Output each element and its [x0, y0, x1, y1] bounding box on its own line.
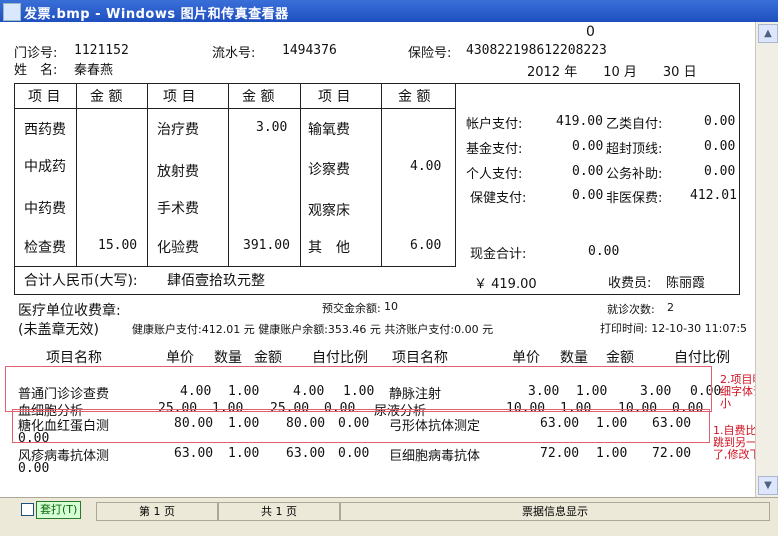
- pay-fund: 0.00: [572, 139, 604, 154]
- scroll-down-icon[interactable]: ▼: [758, 476, 778, 495]
- fee-oxygen: 输氧费: [308, 122, 350, 138]
- fee-treatment-value: 3.00: [256, 120, 288, 135]
- annotation-box-font: [5, 366, 712, 412]
- pay-account-label: 帐户支付:: [466, 117, 523, 132]
- fee-examination: 检查费: [24, 240, 66, 256]
- prepay-value: 10: [384, 300, 398, 313]
- col-item-1: 项 目: [28, 89, 61, 105]
- pay-subsidy-label: 公务补助:: [606, 167, 663, 182]
- fee-lab: 化验费: [157, 240, 199, 256]
- item-name-2: 巨细胞病毒抗体: [389, 449, 481, 464]
- account-summary: 健康账户支付:412.01 元 健康账户余额:353.46 元 共济账户支付:0…: [132, 323, 494, 336]
- stamp-label: 医疗单位收费章:: [18, 303, 121, 319]
- fee-consultation: 诊察费: [308, 162, 350, 178]
- pay-health: 0.00: [572, 188, 604, 203]
- print-checkbox[interactable]: [21, 503, 34, 516]
- cash-total-label: 现金合计:: [470, 247, 527, 262]
- prepay-label: 预交金余额:: [322, 302, 381, 315]
- items-col-qty-2: 数量: [560, 350, 588, 366]
- invoice-canvas: 0 门诊号: 1121152 流水号: 1494376 保险号: 4308221…: [0, 22, 768, 497]
- items-col-qty: 数量: [214, 350, 242, 366]
- title-bar: 发票.bmp - Windows 图片和传真查看器: [0, 0, 778, 22]
- items-col-name: 项目名称: [46, 350, 102, 366]
- fee-other: 其 他: [308, 240, 350, 256]
- pay-class-b-label: 乙类自付:: [606, 117, 663, 132]
- patient-name: 秦春燕: [74, 63, 114, 78]
- overprint-button[interactable]: 套打(T): [36, 501, 82, 519]
- pay-fund-label: 基金支付:: [466, 142, 523, 157]
- item-price-2: 72.00: [540, 446, 580, 461]
- visits-label: 就诊次数:: [607, 303, 655, 316]
- serial-no: 1494376: [282, 43, 337, 58]
- app-icon: [3, 3, 21, 21]
- items-col-amount: 金额: [254, 350, 282, 366]
- pay-personal-label: 个人支付:: [466, 167, 523, 182]
- page-indicator: 第 1 页: [96, 502, 218, 521]
- cashier-label: 收费员:: [608, 276, 652, 291]
- bill-info-label: 票据信息显示: [340, 502, 770, 521]
- pay-non-insured: 412.01: [690, 188, 737, 203]
- fee-examination-value: 15.00: [98, 238, 138, 253]
- print-time: 打印时间: 12-10-30 11:07:5: [600, 322, 748, 335]
- window-title: 发票.bmp - Windows 图片和传真查看器: [24, 7, 289, 22]
- insurance-no: 430822198612208223: [466, 43, 607, 58]
- unstamped-note: (未盖章无效): [18, 322, 99, 338]
- insurance-label: 保险号:: [408, 46, 452, 61]
- col-amount-3: 金 额: [398, 89, 431, 105]
- name-label: 姓 名:: [14, 63, 58, 78]
- pay-subsidy: 0.00: [704, 164, 736, 179]
- invoice-date: 2012 年 10 月 30 日: [527, 65, 697, 80]
- pay-personal: 0.00: [572, 164, 604, 179]
- items-col-price: 单价: [166, 350, 194, 366]
- pay-health-label: 保健支付:: [470, 191, 527, 206]
- total-chinese: 肆佰壹拾玖元整: [167, 273, 265, 289]
- col-amount-1: 金 额: [90, 89, 123, 105]
- fee-herbal: 中药费: [24, 201, 66, 217]
- fee-chinese-patent: 中成药: [24, 159, 66, 175]
- col-item-2: 项 目: [163, 89, 196, 105]
- items-col-ratio-2: 自付比例: [674, 350, 730, 366]
- fee-surgery: 手术费: [157, 201, 199, 217]
- fee-radiology: 放射费: [157, 164, 199, 180]
- cash-total: 0.00: [588, 244, 620, 259]
- pay-account: 419.00: [556, 114, 603, 129]
- fee-observation: 观察床: [308, 203, 350, 219]
- fee-consultation-value: 4.00: [410, 159, 442, 174]
- item-price: 63.00: [174, 446, 214, 461]
- item-amount-2: 72.00: [652, 446, 692, 461]
- items-col-amount-2: 金额: [606, 350, 634, 366]
- item-qty: 1.00: [228, 446, 260, 461]
- top-digit: 0: [586, 24, 595, 40]
- scroll-up-icon[interactable]: ▲: [758, 24, 778, 43]
- fee-other-value: 6.00: [410, 238, 442, 253]
- col-amount-2: 金 额: [242, 89, 275, 105]
- pay-non-insured-label: 非医保费:: [606, 191, 663, 206]
- item-amount: 63.00: [286, 446, 326, 461]
- pay-over-cap-label: 超封顶线:: [606, 142, 663, 157]
- fee-western-medicine: 西药费: [24, 122, 66, 138]
- annotation-box-ratio: [12, 409, 710, 443]
- visits-value: 2: [667, 301, 674, 314]
- pay-class-b: 0.00: [704, 114, 736, 129]
- status-bar: 套打(T) 第 1 页 共 1 页 票据信息显示: [0, 497, 778, 536]
- total-pages: 共 1 页: [218, 502, 340, 521]
- serial-label: 流水号:: [212, 46, 256, 61]
- items-col-name-2: 项目名称: [392, 350, 448, 366]
- total-amount: ￥ 419.00: [474, 277, 537, 292]
- total-label: 合计人民币(大写):: [24, 273, 138, 289]
- vertical-scrollbar[interactable]: ▲ ▼: [755, 22, 778, 497]
- fee-lab-value: 391.00: [243, 238, 290, 253]
- fee-treatment: 治疗费: [157, 122, 199, 138]
- items-col-ratio: 自付比例: [312, 350, 368, 366]
- item-ratio-wrapped: 0.00: [18, 461, 50, 476]
- item-qty-2: 1.00: [596, 446, 628, 461]
- items-col-price-2: 单价: [512, 350, 540, 366]
- clinic-no: 1121152: [74, 43, 129, 58]
- pay-over-cap: 0.00: [704, 139, 736, 154]
- item-ratio: 0.00: [338, 446, 370, 461]
- col-item-3: 项 目: [318, 89, 351, 105]
- cashier-name: 陈丽霞: [666, 276, 706, 291]
